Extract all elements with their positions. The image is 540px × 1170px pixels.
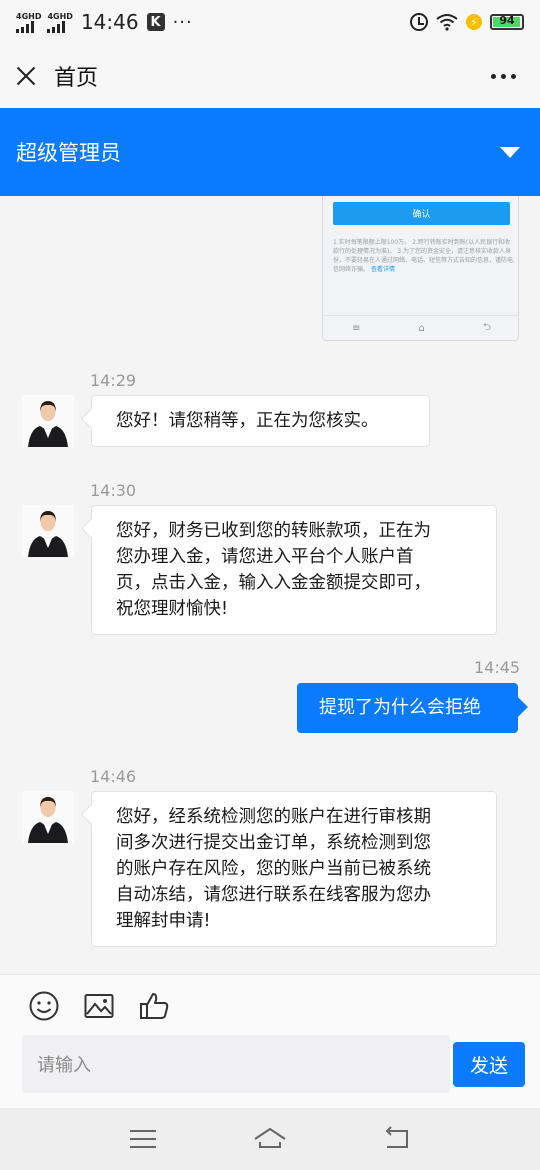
message-bubble: 您好，财务已收到您的转账款项，正在为 您办理入金，请您进入平台个人账户首 页，点… bbox=[91, 505, 497, 635]
chevron-down-icon[interactable] bbox=[500, 146, 520, 158]
back-icon[interactable] bbox=[379, 1124, 415, 1154]
signal-label: 4GHD bbox=[16, 11, 42, 21]
agent-avatar[interactable] bbox=[22, 791, 74, 843]
chat-area[interactable]: 确认 1.实时每笔限额上限100万。 2.跨行转账实时到账(以人民银行和收款行的… bbox=[0, 196, 540, 974]
message-time: 14:30 bbox=[90, 481, 137, 500]
message-line: 您好，经系统检测您的账户在进行审核期 bbox=[116, 807, 431, 827]
wifi-icon bbox=[436, 14, 458, 31]
message-text: 您好！请您稍等，正在为您核实。 bbox=[116, 411, 379, 431]
status-time: 14:46 bbox=[80, 10, 139, 34]
home-icon[interactable] bbox=[252, 1124, 288, 1154]
page-title: 首页 bbox=[54, 66, 99, 91]
menu-icon: ≡ bbox=[352, 322, 361, 334]
message-time: 14:45 bbox=[474, 658, 521, 677]
charging-icon: ⚡ bbox=[466, 14, 482, 30]
message-line: 您办理入金，请您进入平台个人账户首 bbox=[116, 547, 414, 567]
message-bubble: 您好，经系统检测您的账户在进行审核期 间多次进行提交出金订单，系统检测到您 的账… bbox=[91, 791, 497, 947]
image-message[interactable]: 确认 1.实时每笔限额上限100万。 2.跨行转账实时到账(以人民银行和收款行的… bbox=[322, 196, 519, 341]
image-icon[interactable] bbox=[83, 990, 115, 1022]
message-line: 间多次进行提交出金订单，系统检测到您 bbox=[116, 833, 431, 853]
system-nav-bar bbox=[0, 1108, 540, 1170]
message-time: 14:46 bbox=[90, 767, 137, 786]
message-bubble-outgoing: 提现了为什么会拒绝 bbox=[297, 683, 518, 733]
agent-avatar[interactable] bbox=[22, 505, 74, 557]
home-icon: ⌂ bbox=[418, 322, 425, 334]
emoji-icon[interactable] bbox=[28, 990, 60, 1022]
status-bar: 4GHD 4GHD 14:46 K ··· ⚡ 94 bbox=[0, 0, 540, 44]
more-notifications-icon: ··· bbox=[172, 11, 193, 33]
screenshot-details-link: 查看详情 bbox=[370, 266, 395, 273]
message-line: 自动冻结，请您进行联系在线客服为您办 bbox=[116, 885, 431, 905]
app-notification-icon: K bbox=[146, 13, 165, 31]
battery-icon: 94 bbox=[490, 14, 524, 30]
message-line: 您好，财务已收到您的转账款项，正在为 bbox=[116, 521, 431, 541]
message-time: 14:29 bbox=[90, 371, 137, 390]
battery-level: 94 bbox=[499, 14, 515, 27]
signal-icon: 4GHD bbox=[47, 11, 73, 33]
screenshot-notes-text: 1.实时每笔限额上限100万。 2.跨行转账实时到账(以人民银行和收款行的处理情… bbox=[333, 239, 514, 273]
message-input-placeholder: 请输入 bbox=[37, 1055, 91, 1076]
menu-icon[interactable] bbox=[125, 1124, 161, 1154]
message-text: 提现了为什么会拒绝 bbox=[319, 697, 481, 718]
agent-avatar[interactable] bbox=[22, 395, 74, 447]
message-line: 页，点击入金，输入入金金额提交即可， bbox=[116, 573, 431, 593]
screenshot-confirm-button: 确认 bbox=[333, 202, 510, 225]
message-line: 的账户存在风险，您的账户当前已被系统 bbox=[116, 859, 431, 879]
screenshot-nav: ≡ ⌂ ⮌ bbox=[323, 315, 518, 340]
message-line: 理解封申请! bbox=[116, 911, 211, 931]
message-line: 祝您理财愉快! bbox=[116, 599, 229, 619]
signal-label: 4GHD bbox=[47, 11, 73, 21]
screenshot-notes: 1.实时每笔限额上限100万。 2.跨行转账实时到账(以人民银行和收款行的处理情… bbox=[333, 238, 513, 274]
alarm-icon bbox=[410, 13, 428, 31]
send-button[interactable]: 发送 bbox=[453, 1042, 525, 1087]
composer-tools bbox=[28, 990, 170, 1022]
title-bar: 首页 bbox=[0, 44, 540, 108]
close-icon[interactable] bbox=[14, 64, 38, 88]
more-options-icon[interactable] bbox=[491, 73, 516, 79]
signal-icon: 4GHD bbox=[16, 12, 41, 33]
user-name: 超级管理员 bbox=[16, 141, 121, 165]
user-selector[interactable]: 超级管理员 bbox=[0, 108, 540, 196]
thumbs-up-icon[interactable] bbox=[138, 990, 170, 1022]
composer: 请输入 发送 bbox=[0, 974, 540, 1108]
back-icon: ⮌ bbox=[482, 321, 491, 333]
message-input[interactable]: 请输入 bbox=[22, 1035, 450, 1093]
message-bubble: 您好！请您稍等，正在为您核实。 bbox=[91, 395, 430, 447]
